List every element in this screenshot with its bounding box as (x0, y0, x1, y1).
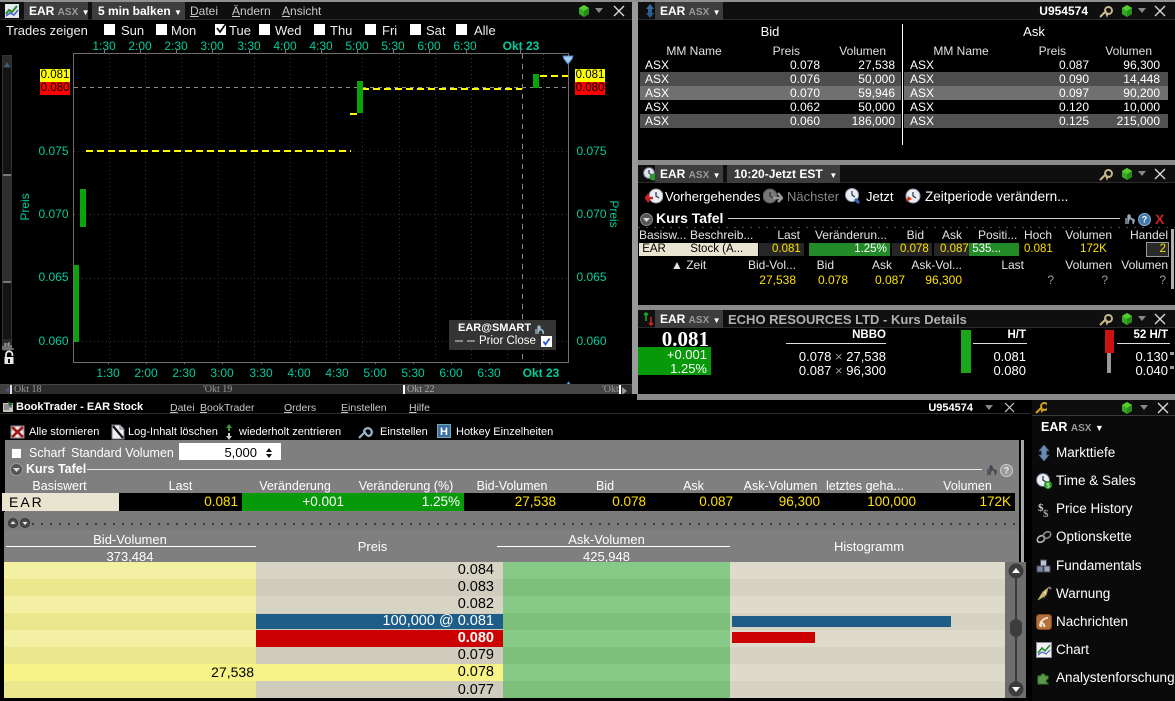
svg-text:?: ? (1004, 466, 1010, 476)
svg-text:$: $ (1043, 508, 1049, 517)
svg-text:?: ? (1142, 215, 1148, 225)
